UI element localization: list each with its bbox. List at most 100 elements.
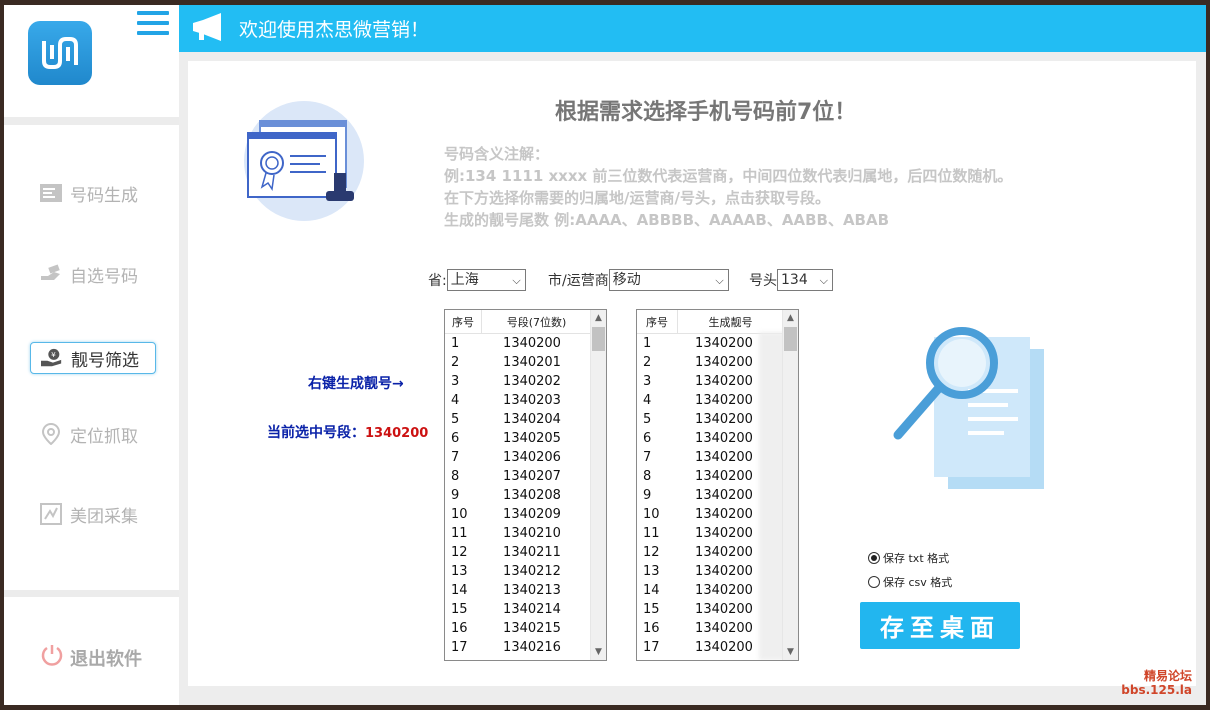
right-click-hint: 右键生成靓号→ (308, 376, 404, 392)
sidebar-item-self-select[interactable]: 自选号码 (30, 258, 156, 290)
save-to-desktop-button[interactable]: 存至桌面 (860, 602, 1020, 649)
prefix-select[interactable]: 134 ⌵ (777, 269, 833, 291)
result-scrollbar[interactable]: ▲ ▼ (782, 310, 798, 660)
list-item[interactable]: 13 1340212 (445, 562, 606, 581)
sidebar-item-location-grab[interactable]: 定位抓取 (30, 418, 156, 450)
row-value: 1340209 (503, 507, 561, 522)
scroll-up-icon[interactable]: ▲ (783, 310, 798, 326)
row-index: 6 (643, 431, 652, 446)
result-list[interactable]: 序号 生成靓号 1 1340200 2 1340200 3 1340200 4 1340200… (636, 309, 799, 661)
column-header[interactable]: 序号 (445, 310, 482, 333)
radio-checked-icon (868, 552, 880, 564)
radio-unchecked-icon (868, 576, 880, 588)
list-item[interactable]: 8 1340207 (445, 467, 606, 486)
sidebar: 号码生成 自选号码 ¥ 靓号筛选 定位抓取 美团采集 退出软件 (4, 5, 179, 705)
save-txt-label: 保存 txt 格式 (883, 552, 950, 565)
row-index: 5 (451, 412, 460, 427)
row-index: 3 (643, 374, 652, 389)
row-index: 8 (451, 469, 460, 484)
money-hand-icon: ¥ (41, 347, 63, 369)
segment-list[interactable]: 序号 号段(7位数) 1 1340200 2 1340201 3 1340202 4 1340… (444, 309, 607, 661)
row-index: 13 (643, 564, 660, 579)
row-index: 13 (451, 564, 468, 579)
forum-watermark: 精易论坛 bbs.125.la (1121, 669, 1192, 697)
row-index: 4 (643, 393, 652, 408)
result-list-header: 序号 生成靓号 (637, 310, 798, 334)
scroll-thumb[interactable] (784, 327, 797, 351)
list-item[interactable]: 12 1340211 (445, 543, 606, 562)
sidebar-item-number-generate[interactable]: 号码生成 (30, 177, 156, 209)
sidebar-item-label: 定位抓取 (70, 426, 138, 447)
column-header[interactable]: 序号 (637, 310, 678, 333)
list-item[interactable]: 5 1340204 (445, 410, 606, 429)
row-index: 12 (643, 545, 660, 560)
row-value: 1340202 (503, 374, 561, 389)
segment-scrollbar[interactable]: ▲ ▼ (590, 310, 606, 660)
row-index: 2 (643, 355, 652, 370)
search-document-illustration (888, 319, 1048, 493)
sidebar-item-label: 号码生成 (70, 185, 138, 206)
exit-label: 退出软件 (70, 648, 142, 670)
scroll-down-icon[interactable]: ▼ (783, 644, 798, 660)
list-item[interactable]: 2 1340201 (445, 353, 606, 372)
row-value: 1340200 (503, 336, 561, 351)
row-value: 1340215 (503, 621, 561, 636)
collect-icon (40, 503, 62, 525)
row-value: 1340203 (503, 393, 561, 408)
row-index: 12 (451, 545, 468, 560)
exit-button[interactable]: 退出软件 (40, 643, 142, 672)
list-item[interactable]: 15 1340214 (445, 600, 606, 619)
app-logo (28, 21, 92, 85)
megaphone-icon (191, 12, 225, 46)
row-index: 3 (451, 374, 460, 389)
carrier-value: 移动 (612, 272, 641, 288)
save-txt-radio[interactable]: 保存 txt 格式 (868, 550, 949, 566)
row-index: 11 (451, 526, 468, 541)
power-icon (40, 643, 64, 672)
row-index: 2 (451, 355, 460, 370)
scroll-up-icon[interactable]: ▲ (591, 310, 606, 326)
save-csv-radio[interactable]: 保存 csv 格式 (868, 574, 952, 590)
list-item[interactable]: 7 1340206 (445, 448, 606, 467)
list-item[interactable]: 6 1340205 (445, 429, 606, 448)
sidebar-nav: 号码生成 自选号码 ¥ 靓号筛选 定位抓取 美团采集 (4, 125, 179, 590)
list-item[interactable]: 9 1340208 (445, 486, 606, 505)
list-item[interactable]: 16 1340215 (445, 619, 606, 638)
row-value: 1340204 (503, 412, 561, 427)
row-value: 1340205 (503, 431, 561, 446)
carrier-select[interactable]: 移动 ⌵ (608, 269, 729, 291)
row-value: 1340216 (503, 640, 561, 655)
menu-toggle-button[interactable] (137, 11, 169, 41)
list-item[interactable]: 14 1340213 (445, 581, 606, 600)
chevron-down-icon: ⌵ (819, 274, 828, 287)
app-window: 号码生成 自选号码 ¥ 靓号筛选 定位抓取 美团采集 退出软件 欢迎使用杰思微营… (4, 5, 1206, 705)
list-item[interactable]: 1 1340200 (445, 334, 606, 353)
row-index: 15 (643, 602, 660, 617)
save-csv-label: 保存 csv 格式 (883, 576, 953, 589)
row-index: 9 (643, 488, 652, 503)
sidebar-item-meituan-collect[interactable]: 美团采集 (30, 498, 156, 530)
column-header[interactable]: 生成靓号 (678, 310, 784, 333)
province-select[interactable]: 上海 ⌵ (446, 269, 526, 291)
scroll-thumb[interactable] (592, 327, 605, 351)
list-item[interactable]: 11 1340210 (445, 524, 606, 543)
hand-icon (40, 263, 62, 285)
sidebar-item-pretty-filter[interactable]: ¥ 靓号筛选 (30, 342, 156, 374)
list-item[interactable]: 10 1340209 (445, 505, 606, 524)
header-title: 欢迎使用杰思微营销！ (239, 19, 430, 41)
scroll-down-icon[interactable]: ▼ (591, 644, 606, 660)
province-label: 省: (428, 273, 447, 289)
row-index: 15 (451, 602, 468, 617)
segment-list-rows: 1 1340200 2 1340201 3 1340202 4 1340203 5 1340204… (445, 334, 606, 657)
list-item[interactable]: 3 1340202 (445, 372, 606, 391)
list-item[interactable]: 17 1340216 (445, 638, 606, 657)
current-segment-value: 1340200 (365, 426, 429, 441)
list-item[interactable]: 4 1340203 (445, 391, 606, 410)
column-header[interactable]: 号段(7位数) (482, 310, 592, 333)
sidebar-item-label: 自选号码 (70, 266, 138, 287)
watermark-line: bbs.125.la (1121, 683, 1192, 697)
current-segment-label: 当前选中号段： (267, 425, 365, 441)
list-icon (40, 182, 62, 204)
main-panel: 根据需求选择手机号码前7位！ 号码含义注解： 例:134 1111 xxxx 前… (188, 61, 1196, 686)
hamburger-icon (137, 11, 169, 15)
